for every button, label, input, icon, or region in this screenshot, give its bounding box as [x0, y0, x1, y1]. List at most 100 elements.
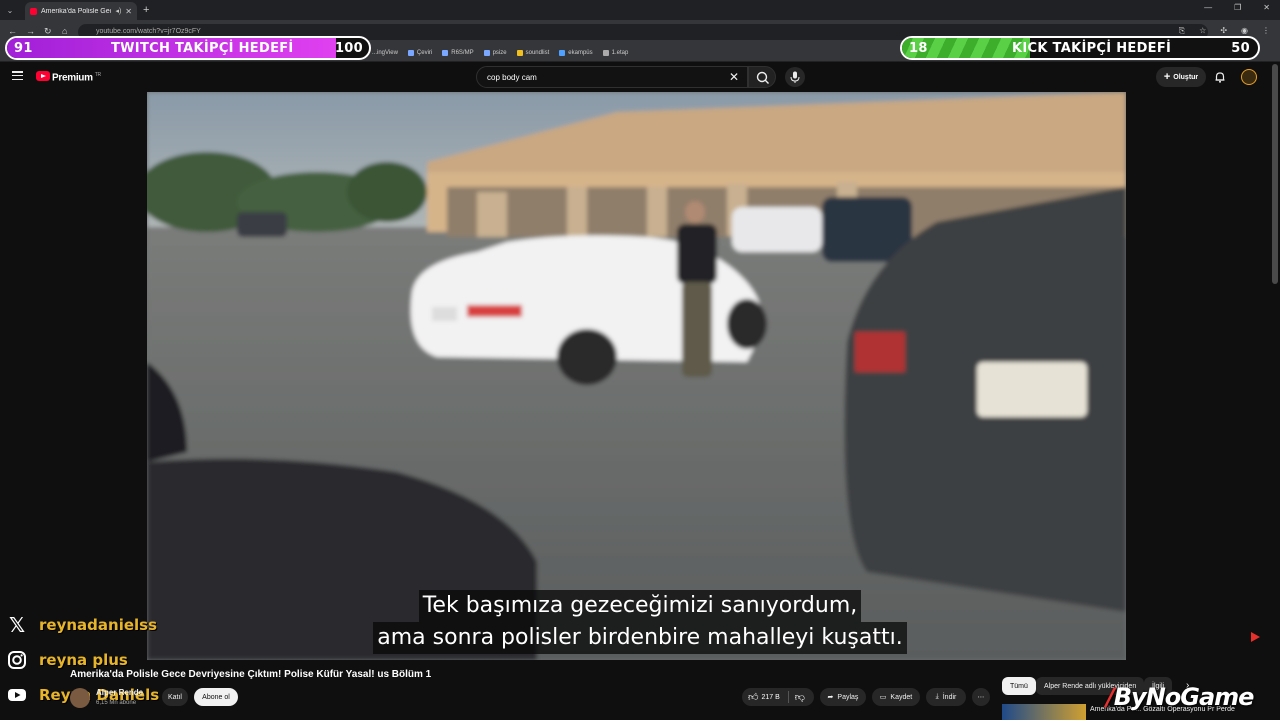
notifications-bell-icon[interactable] — [1213, 70, 1227, 84]
divider — [787, 691, 789, 703]
voice-search-button[interactable] — [785, 67, 805, 87]
play-indicator-icon — [1251, 632, 1260, 642]
youtube-header: Premium TR cop body cam ✕ + Oluştur — [0, 62, 1280, 92]
plus-icon: + — [1163, 71, 1171, 83]
kick-goal-label: KICK TAKİPÇİ HEDEFİ — [1012, 41, 1172, 56]
share-icon: ➦ — [827, 694, 834, 701]
tab-close-icon[interactable]: ✕ — [125, 7, 132, 16]
bookmark-label: Çeviri — [416, 49, 433, 56]
install-icon[interactable]: ⎘ — [1179, 26, 1185, 36]
video-player[interactable] — [147, 92, 1126, 660]
create-label: Oluştur — [1173, 73, 1199, 81]
microphone-icon — [790, 71, 800, 83]
social-instagram: reyna plus — [7, 650, 128, 670]
home-icon[interactable]: ⌂ — [62, 26, 67, 36]
tab-search-icon[interactable]: ⌄ — [3, 3, 17, 17]
bookmark-icon — [407, 49, 414, 56]
clear-search-icon[interactable]: ✕ — [729, 70, 739, 84]
kick-goal-target: 50 — [1231, 41, 1250, 56]
screen: ⌄ Amerika'da Polisle Gece Dev ◂) ✕ + — ❐… — [0, 0, 1280, 720]
download-icon: ⤓ — [935, 693, 939, 700]
bookmark-item[interactable]: ekampüs — [559, 49, 593, 56]
join-button[interactable]: Katıl — [162, 688, 188, 706]
account-avatar[interactable] — [1241, 69, 1257, 85]
youtube-favicon-icon — [30, 7, 37, 15]
youtube-logo-icon[interactable] — [36, 71, 50, 81]
social-handle: reyna plus — [39, 651, 128, 669]
bookmark-label: 1.etap — [611, 49, 629, 56]
bookmark-item[interactable]: 1.etap — [602, 49, 629, 56]
sponsor-name: ByNoGame — [1113, 683, 1255, 711]
bookmark-icon: ▭ — [879, 694, 887, 701]
youtube-premium-logo[interactable]: Premium TR — [52, 72, 101, 83]
menu-kebab-icon[interactable]: ⋮ — [1262, 26, 1270, 36]
bookmark-icon — [516, 49, 523, 56]
toolbar-icons: ⎘ ☆ ✣ ◉ ⋮ — [1179, 26, 1270, 36]
more-actions-button[interactable]: ⋯ — [972, 688, 990, 706]
subscribe-button[interactable]: Abone ol — [194, 688, 238, 706]
share-label: Paylaş — [837, 693, 859, 701]
restore-icon[interactable]: ❐ — [1234, 3, 1241, 12]
bookmark-star-icon[interactable]: ☆ — [1199, 26, 1206, 36]
bookmark-item[interactable]: psize — [483, 49, 507, 56]
bynogame-mark-icon: / — [1106, 683, 1115, 711]
twitch-goal-label: TWITCH TAKİPÇİ HEDEFİ — [111, 41, 294, 56]
bookmark-label: ekampüs — [568, 49, 593, 56]
channel-avatar[interactable] — [70, 688, 90, 708]
video-frame — [147, 92, 1126, 660]
youtube-icon — [8, 689, 26, 701]
browser-tab-active[interactable]: Amerika'da Polisle Gece Dev ◂) ✕ — [25, 2, 137, 20]
more-horizontal-icon: ⋯ — [977, 694, 985, 701]
channel-name[interactable]: Alper Rende — [96, 688, 143, 697]
thumbs-up-icon: 👍︎ — [748, 692, 759, 703]
back-icon[interactable]: ← — [8, 26, 17, 36]
bookmark-label: R6S/MP — [451, 49, 474, 56]
tab-title: Amerika'da Polisle Gece Dev — [41, 7, 111, 15]
search-icon — [756, 71, 769, 84]
bookmark-label: ...ingView — [372, 49, 398, 56]
speaker-icon[interactable]: ◂) — [115, 7, 121, 15]
minimize-icon[interactable]: — — [1204, 3, 1212, 12]
like-button[interactable]: 👍︎ 217 B — [748, 691, 780, 703]
bookmark-item[interactable]: soundlist — [516, 49, 549, 56]
forward-icon[interactable]: → — [26, 26, 35, 36]
like-count: 217 B — [761, 693, 780, 701]
close-window-icon[interactable]: ✕ — [1263, 3, 1270, 12]
page-scrollbar[interactable] — [1272, 64, 1278, 284]
kick-follower-goal: 18 KICK TAKİPÇİ HEDEFİ 50 — [900, 36, 1260, 60]
search-query: cop body cam — [487, 73, 537, 82]
instagram-icon — [8, 651, 26, 669]
new-tab-button[interactable]: + — [143, 4, 149, 16]
recommended-thumbnail[interactable] — [1002, 704, 1086, 720]
twitch-goal-current: 91 — [14, 41, 33, 56]
bookmark-item[interactable]: Çeviri — [407, 49, 433, 56]
save-label: Kaydet — [890, 693, 913, 701]
twitch-follower-goal: 91 TWITCH TAKİPÇİ HEDEFİ 100 — [5, 36, 371, 60]
search-button[interactable] — [748, 66, 776, 88]
thumbs-down-icon[interactable]: 👎︎ — [795, 691, 805, 703]
search-input[interactable]: cop body cam ✕ — [476, 66, 748, 88]
chip-all[interactable]: Tümü — [1002, 677, 1036, 695]
hamburger-menu-icon[interactable] — [12, 71, 23, 81]
bynogame-logo: /ByNoGame — [1106, 683, 1255, 711]
url-text: youtube.com/watch?v=jr7Oz9cFY — [96, 28, 201, 35]
bookmark-label: psize — [492, 49, 507, 56]
x-icon: 𝕏 — [8, 613, 26, 637]
share-button[interactable]: ➦ Paylaş — [820, 688, 866, 706]
extensions-icon[interactable]: ✣ — [1220, 26, 1227, 36]
subscriber-count: 6,15 Mn abone — [96, 700, 137, 706]
save-button[interactable]: ▭ Kaydet — [872, 688, 920, 706]
bookmark-item[interactable]: R6S/MP — [442, 49, 474, 56]
bookmark-item[interactable]: ...ingView — [372, 50, 398, 56]
bookmark-icon — [559, 49, 566, 56]
download-label: İndir — [942, 693, 957, 701]
create-button[interactable]: + Oluştur — [1156, 67, 1206, 87]
brand-text: Premium — [52, 72, 93, 84]
video-title: Amerika'da Polisle Gece Devriyesine Çıkt… — [70, 669, 432, 680]
download-button[interactable]: ⤓ İndir — [926, 688, 966, 706]
twitch-goal-target: 100 — [334, 41, 363, 56]
profile-icon[interactable]: ◉ — [1241, 26, 1248, 36]
social-handle: reynadanielss — [39, 616, 158, 634]
window-controls: — ❐ ✕ — [1204, 3, 1270, 12]
like-dislike-group: 👍︎ 217 B 👎︎ — [742, 688, 814, 706]
